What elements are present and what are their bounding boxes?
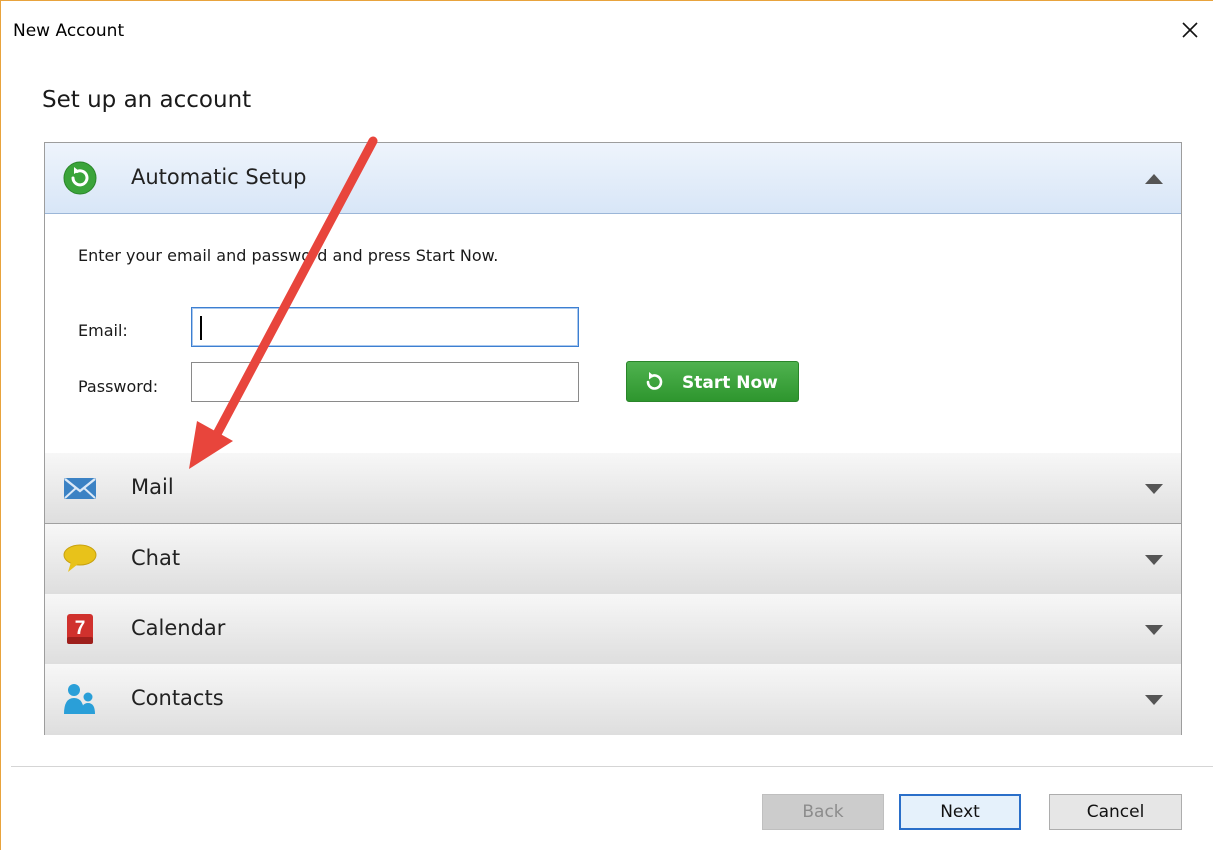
envelope-icon xyxy=(64,478,96,499)
start-now-label: Start Now xyxy=(682,373,778,393)
start-now-button[interactable]: Start Now xyxy=(626,361,799,402)
svg-text:7: 7 xyxy=(75,618,86,639)
window-title: New Account xyxy=(13,21,125,41)
new-account-dialog: New Account Set up an account Automatic … xyxy=(0,0,1213,850)
close-button[interactable] xyxy=(1175,15,1205,45)
next-button[interactable]: Next xyxy=(899,794,1021,830)
setup-instructions: Enter your email and password and press … xyxy=(78,246,499,265)
contacts-section-header[interactable]: Contacts xyxy=(45,664,1181,735)
footer-divider xyxy=(11,766,1213,767)
email-field[interactable] xyxy=(191,307,579,347)
text-caret xyxy=(200,316,202,340)
chevron-down-icon xyxy=(1145,555,1163,565)
close-icon xyxy=(1182,22,1198,38)
calendar-label: Calendar xyxy=(131,616,226,640)
refresh-circle-icon xyxy=(63,161,97,195)
chat-section-header[interactable]: Chat xyxy=(45,524,1181,595)
automatic-setup-panel: Enter your email and password and press … xyxy=(45,214,1181,453)
people-icon xyxy=(64,684,95,714)
mail-label: Mail xyxy=(131,475,174,499)
cancel-button[interactable]: Cancel xyxy=(1049,794,1182,830)
chevron-down-icon xyxy=(1145,695,1163,705)
password-field[interactable] xyxy=(191,362,579,402)
mail-section-header[interactable]: Mail xyxy=(45,453,1181,524)
automatic-setup-label: Automatic Setup xyxy=(131,165,307,189)
chevron-up-icon xyxy=(1145,174,1163,184)
page-heading: Set up an account xyxy=(42,87,252,113)
speech-bubble-icon xyxy=(63,544,97,572)
calendar-section-header[interactable]: 7 Calendar xyxy=(45,594,1181,665)
back-button[interactable]: Back xyxy=(762,794,884,830)
title-bar: New Account xyxy=(1,1,1213,41)
calendar-icon: 7 xyxy=(67,614,93,644)
account-type-accordion: Automatic Setup Enter your email and pas… xyxy=(44,142,1182,735)
chat-label: Chat xyxy=(131,546,181,570)
refresh-icon xyxy=(646,372,663,390)
email-label: Email: xyxy=(78,321,128,340)
password-label: Password: xyxy=(78,377,159,396)
contacts-label: Contacts xyxy=(131,686,224,710)
chevron-down-icon xyxy=(1145,484,1163,494)
automatic-setup-header[interactable]: Automatic Setup xyxy=(45,143,1181,214)
chevron-down-icon xyxy=(1145,625,1163,635)
